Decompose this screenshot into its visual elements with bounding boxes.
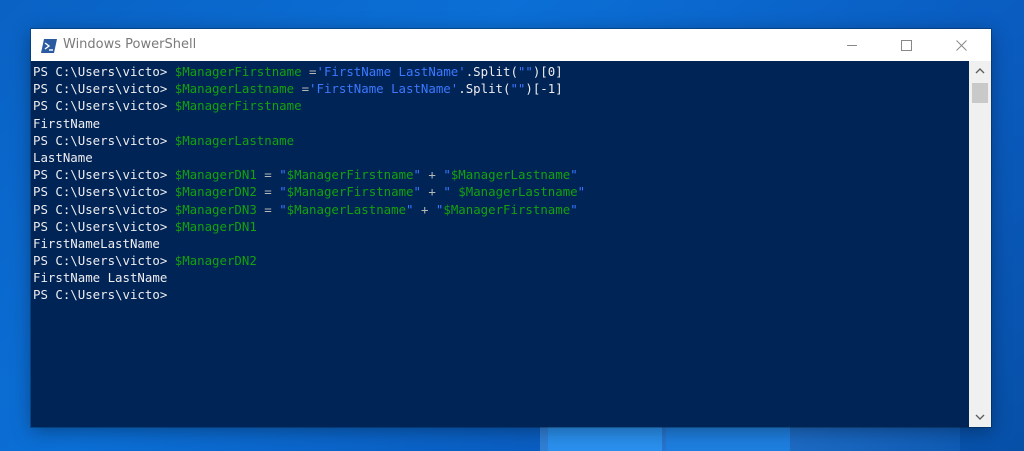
variable-token: $ManagerDN1 xyxy=(174,218,257,234)
prompt-text: PS C:\Users\victo> xyxy=(33,98,175,114)
chevron-down-icon xyxy=(975,414,985,420)
prompt-text: PS C:\Users\victo> xyxy=(33,287,168,303)
powershell-window: Windows PowerShell PS C:\Users\victo> $M… xyxy=(31,29,991,427)
operator-token: = xyxy=(301,64,317,79)
operator-token: = xyxy=(294,81,310,97)
variable-token: $ManagerFirstname xyxy=(286,167,414,183)
operator-token: + xyxy=(420,167,444,183)
string-token: 'FirstName LastName' xyxy=(309,81,459,97)
scroll-down-button[interactable] xyxy=(969,407,991,427)
string-token: " xyxy=(570,201,578,217)
operator-token: + xyxy=(420,184,444,200)
variable-token: $ManagerFirstname xyxy=(174,64,302,79)
operator-token: = xyxy=(256,201,280,217)
prompt-text: PS C:\Users\victo> xyxy=(33,218,175,234)
close-button[interactable] xyxy=(939,29,985,61)
console-line: FirstName LastName xyxy=(33,269,585,286)
string-token: " xyxy=(443,184,459,200)
maximize-button[interactable] xyxy=(883,29,929,61)
output-text: FirstName xyxy=(33,115,101,131)
output-text: FirstName LastName xyxy=(33,270,168,286)
operator-token: = xyxy=(256,184,280,200)
desktop-wallpaper-pane xyxy=(666,425,790,451)
string-token: " xyxy=(413,184,421,200)
console-line: PS C:\Users\victo> xyxy=(33,286,585,303)
desktop-wallpaper-pane xyxy=(548,425,662,451)
minimize-button[interactable] xyxy=(829,29,875,61)
console-line: LastName xyxy=(33,149,585,166)
scroll-thumb[interactable] xyxy=(972,83,988,103)
string-token: " xyxy=(279,167,287,183)
prompt-text: PS C:\Users\victo> xyxy=(33,167,175,183)
close-icon xyxy=(956,40,967,51)
console-output[interactable]: PS C:\Users\victo> $ManagerFirstname ='F… xyxy=(31,61,969,427)
console-line: PS C:\Users\victo> $ManagerFirstname ='F… xyxy=(33,63,585,80)
code-token: )[-1] xyxy=(525,81,563,97)
prompt-text: PS C:\Users\victo> xyxy=(33,253,175,269)
string-token: "" xyxy=(517,64,533,79)
variable-token: $ManagerFirstname xyxy=(174,98,302,114)
variable-token: $ManagerLastname xyxy=(286,201,407,217)
operator-token: = xyxy=(256,167,280,183)
variable-token: $ManagerLastname xyxy=(174,132,295,148)
operator-token: + xyxy=(413,201,436,217)
console-line: PS C:\Users\victo> $ManagerDN2 xyxy=(33,252,585,269)
title-bar[interactable]: Windows PowerShell xyxy=(31,29,991,61)
prompt-text: PS C:\Users\victo> xyxy=(33,132,175,148)
string-token: " xyxy=(279,184,287,200)
console-line: FirstNameLastName xyxy=(33,235,585,252)
string-token: 'FirstName LastName' xyxy=(316,64,466,79)
variable-token: $ManagerLastname xyxy=(174,81,295,97)
string-token: " xyxy=(570,167,578,183)
vertical-scrollbar[interactable] xyxy=(969,61,991,427)
console-line: PS C:\Users\victo> $ManagerDN1 = "$Manag… xyxy=(33,166,585,183)
console-lines: PS C:\Users\victo> $ManagerFirstname ='F… xyxy=(33,63,585,304)
console-line: PS C:\Users\victo> $ManagerLastname ='Fi… xyxy=(33,80,585,97)
console-line: PS C:\Users\victo> $ManagerFirstname xyxy=(33,97,585,114)
minimize-icon xyxy=(847,45,857,46)
variable-token: $ManagerDN2 xyxy=(174,184,257,200)
maximize-icon xyxy=(901,40,912,51)
variable-token: $ManagerFirstname xyxy=(286,184,414,200)
prompt-text: PS C:\Users\victo> xyxy=(33,184,175,200)
string-token: "" xyxy=(510,81,526,97)
chevron-up-icon xyxy=(975,68,985,74)
variable-token: $ManagerDN1 xyxy=(174,167,257,183)
string-token: " xyxy=(406,201,414,217)
string-token: " xyxy=(413,167,421,183)
powershell-icon[interactable] xyxy=(41,38,57,53)
console-line: PS C:\Users\victo> $ManagerDN1 xyxy=(33,218,585,235)
code-token: )[0] xyxy=(532,64,563,79)
console-line: PS C:\Users\victo> $ManagerLastname xyxy=(33,132,585,149)
prompt-text: PS C:\Users\victo> xyxy=(33,81,175,97)
code-token: .Split( xyxy=(465,64,518,79)
string-token: " xyxy=(443,167,451,183)
console-line: PS C:\Users\victo> $ManagerDN3 = "$Manag… xyxy=(33,201,585,218)
console-line: PS C:\Users\victo> $ManagerDN2 = "$Manag… xyxy=(33,183,585,200)
console-line: FirstName xyxy=(33,115,585,132)
variable-token: $ManagerFirstname xyxy=(443,201,571,217)
output-text: LastName xyxy=(33,149,93,165)
prompt-text: PS C:\Users\victo> xyxy=(33,201,175,217)
scroll-up-button[interactable] xyxy=(969,61,991,81)
variable-token: $ManagerLastname xyxy=(458,184,578,200)
prompt-text: PS C:\Users\victo> xyxy=(33,64,175,79)
variable-token: $ManagerDN3 xyxy=(174,201,257,217)
output-text: FirstNameLastName xyxy=(33,235,160,251)
string-token: " xyxy=(279,201,287,217)
variable-token: $ManagerDN2 xyxy=(174,253,257,269)
string-token: " xyxy=(577,184,586,200)
window-title: Windows PowerShell xyxy=(63,37,197,52)
code-token: .Split( xyxy=(458,81,511,97)
variable-token: $ManagerLastname xyxy=(450,167,571,183)
